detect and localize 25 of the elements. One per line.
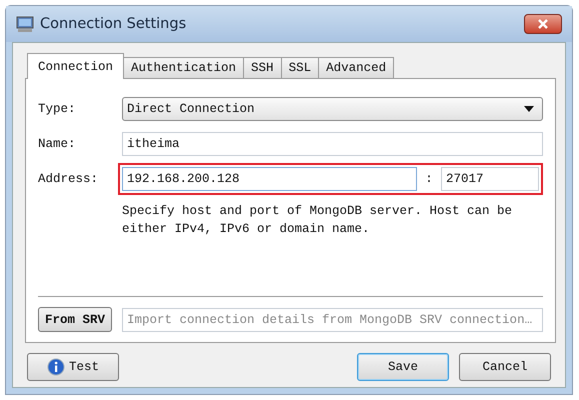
tab[interactable]: SSH <box>243 57 282 78</box>
window-title: Connection Settings <box>40 16 188 32</box>
type-dropdown[interactable]: Direct Connection <box>122 96 543 120</box>
tab[interactable]: SSL <box>280 57 320 78</box>
cancel-button[interactable]: Cancel <box>459 353 551 381</box>
srv-field[interactable]: Import connection details from MongoDB SRV connection… <box>122 308 543 332</box>
name-label: Name: <box>38 136 77 150</box>
save-button[interactable]: Save <box>357 353 449 381</box>
tab[interactable]: Authentication <box>123 57 244 78</box>
caret-icon <box>524 106 534 112</box>
port-field[interactable]: 27017 <box>441 166 539 190</box>
separator-text: : <box>424 172 434 186</box>
help-text: Specify host and port of MongoDB server. Host can be either IPv4, IPv6 or domain name. <box>122 203 514 238</box>
test-button[interactable]: Test <box>27 353 119 381</box>
from-srv-button[interactable]: From SRV <box>38 307 112 332</box>
name-field[interactable]: itheima <box>122 132 543 156</box>
close-button[interactable] <box>524 14 562 34</box>
monitor-icon <box>16 16 34 32</box>
close-icon <box>537 19 549 29</box>
type-label: Type: <box>38 102 77 116</box>
address-label: Address: <box>38 172 100 186</box>
info-icon <box>46 358 65 376</box>
host-field[interactable]: 192.168.200.128 <box>122 166 417 190</box>
tab[interactable]: Connection <box>27 53 124 79</box>
tab[interactable]: Advanced <box>318 57 394 78</box>
